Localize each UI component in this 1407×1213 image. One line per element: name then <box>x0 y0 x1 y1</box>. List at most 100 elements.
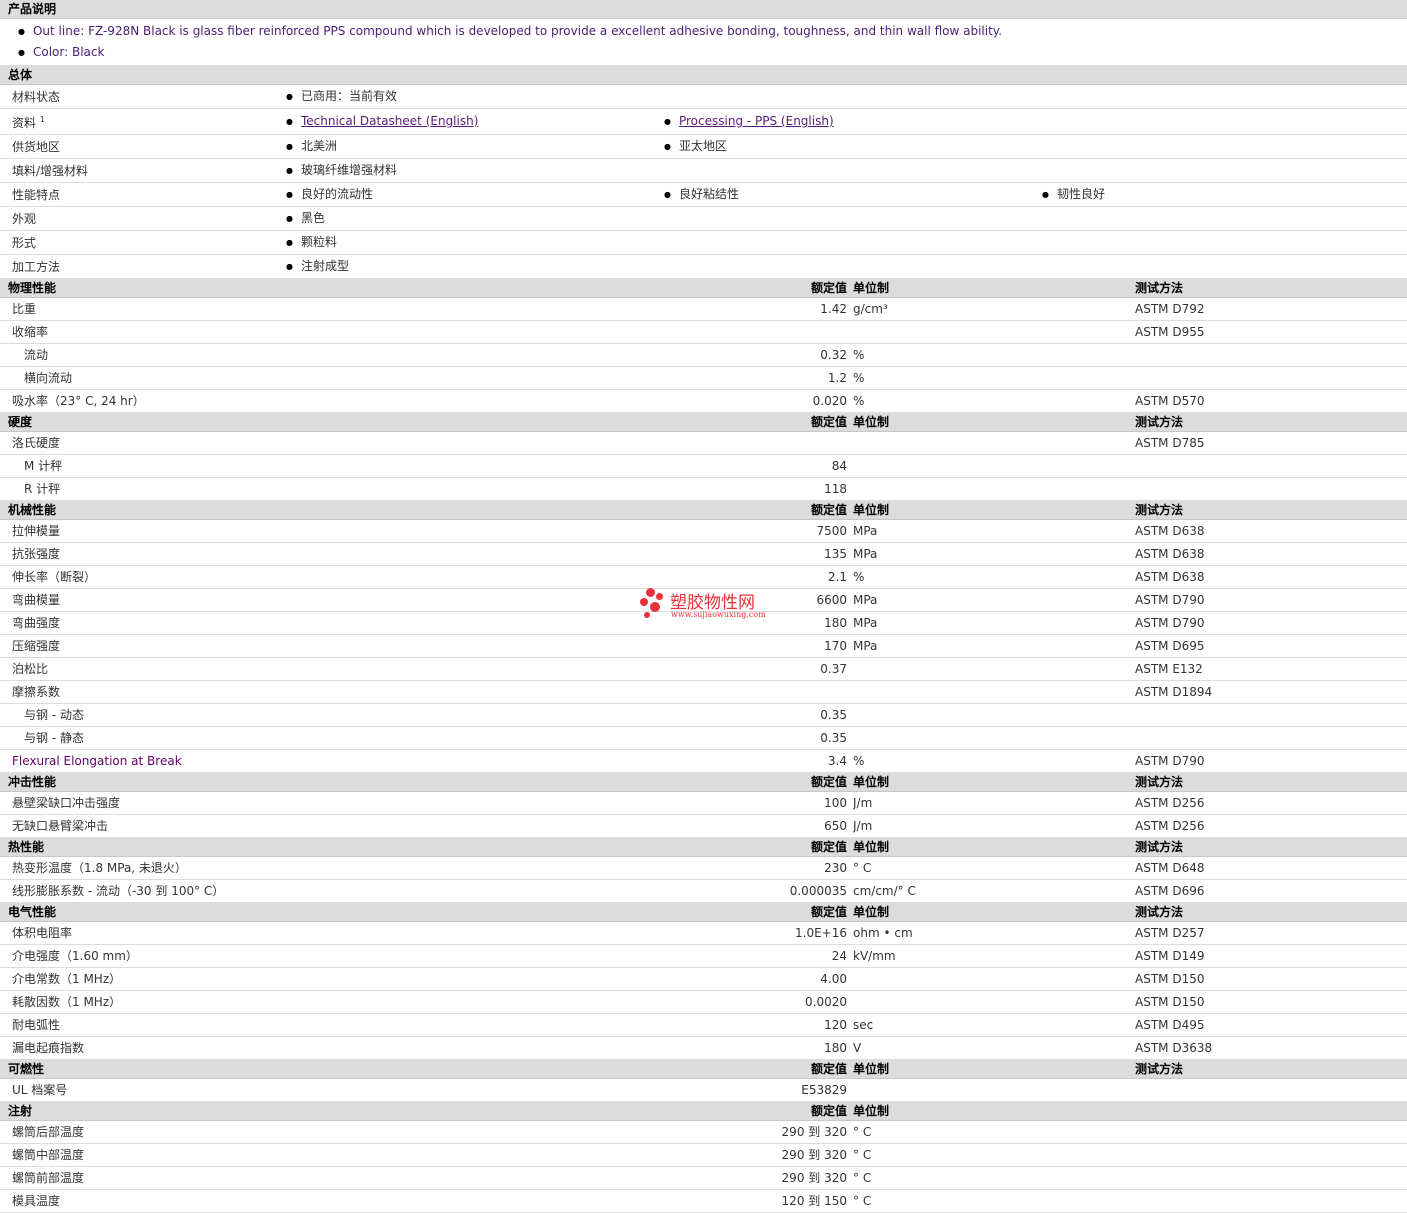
general-row: 性能特点 良好的流动性 良好粘结性 韧性良好 <box>0 182 1407 207</box>
property-test-method <box>1135 726 1407 750</box>
property-row: 悬壁梁缺口冲击强度 100 J/m ASTM D256 <box>0 791 1407 815</box>
property-unit: ° C <box>853 1189 1135 1213</box>
property-test-method: ASTM D648 <box>1135 856 1407 880</box>
property-label: 体积电阻率 <box>0 921 700 945</box>
general-row-item-cell: 已商用：当前有效 <box>280 84 658 109</box>
column-unit-header: 单位制 <box>853 1059 1135 1079</box>
section-heading-row: 硬度 额定值 单位制 测试方法 <box>0 412 1407 432</box>
section-heading-row: 机械性能 额定值 单位制 测试方法 <box>0 500 1407 520</box>
general-heading: 总体 <box>0 66 1407 85</box>
column-unit-header: 单位制 <box>853 500 1135 520</box>
section-heading-row: 电气性能 额定值 单位制 测试方法 <box>0 902 1407 922</box>
column-unit-header: 单位制 <box>853 1101 1135 1121</box>
property-label: 螺筒前部温度 <box>0 1166 700 1190</box>
general-row-label: 供货地区 <box>0 134 280 159</box>
label-text: 供货地区 <box>12 139 61 154</box>
property-label: UL 档案号 <box>0 1078 700 1102</box>
watermark-logo: 塑胶物性网 www.sujiaowuxing.com <box>640 586 780 622</box>
property-test-method: ASTM D256 <box>1135 791 1407 815</box>
property-label: 收缩率 <box>0 320 700 344</box>
property-test-method: ASTM D790 <box>1135 588 1407 612</box>
general-row: 资料 1 Technical Datasheet (English) Process… <box>0 108 1407 135</box>
column-method-header: 测试方法 <box>1135 500 1407 520</box>
property-test-method: ASTM D150 <box>1135 967 1407 991</box>
intro-line-color: Color: Black <box>0 42 1407 63</box>
property-label: 与钢 - 静态 <box>0 726 700 750</box>
property-value: 290 到 320 <box>700 1120 853 1144</box>
property-value: 650 <box>700 814 853 838</box>
general-row-item-cell <box>658 158 1036 183</box>
logo-dot-icon <box>644 612 650 618</box>
property-unit: MPa <box>853 542 1135 566</box>
property-value: 1.2 <box>700 366 853 390</box>
general-row-item-cell <box>1036 84 1407 109</box>
general-row-item-cell <box>658 230 1036 255</box>
datasheet-link[interactable]: Processing - PPS (English) <box>679 114 834 128</box>
section-heading: 物理性能 <box>0 279 700 298</box>
bullet-icon <box>286 139 301 153</box>
property-unit <box>853 967 1135 991</box>
datasheet-link[interactable]: Technical Datasheet (English) <box>301 114 478 128</box>
property-label: 洛氏硬度 <box>0 431 700 455</box>
section-heading: 热性能 <box>0 837 700 857</box>
property-row: UL 档案号 E53829 <box>0 1078 1407 1102</box>
property-test-method: ASTM D1894 <box>1135 680 1407 704</box>
label-text: 形式 <box>12 235 37 250</box>
general-row-item-cell: 亚太地区 <box>658 134 1036 159</box>
property-value <box>700 431 853 455</box>
property-test-method <box>1135 1120 1407 1144</box>
column-unit-header: 单位制 <box>853 772 1135 792</box>
property-unit: % <box>853 389 1135 413</box>
property-value: 118 <box>700 477 853 501</box>
property-unit <box>853 320 1135 344</box>
column-method-header: 测试方法 <box>1135 837 1407 857</box>
general-row-label: 性能特点 <box>0 182 280 207</box>
property-value: 120 到 150 <box>700 1189 853 1213</box>
property-label: 抗张强度 <box>0 542 700 566</box>
property-row: 介电强度（1.60 mm） 24 kV/mm ASTM D149 <box>0 944 1407 968</box>
property-test-method: ASTM D955 <box>1135 320 1407 344</box>
property-label: 泊松比 <box>0 657 700 681</box>
column-nominal-header: 额定值 <box>700 1059 853 1079</box>
property-unit: MPa <box>853 634 1135 658</box>
general-item-text: 已商用：当前有效 <box>300 89 397 103</box>
property-value: 1.0E+16 <box>700 921 853 945</box>
general-row-item-cell <box>1036 206 1407 231</box>
property-test-method: ASTM D495 <box>1135 1013 1407 1037</box>
column-method-header <box>1135 1101 1407 1121</box>
property-label: 介电强度（1.60 mm） <box>0 944 700 968</box>
logo-dot-icon <box>656 593 663 600</box>
property-value: 120 <box>700 1013 853 1037</box>
column-unit-header: 单位制 <box>853 837 1135 857</box>
property-row: 介电常数（1 MHz） 4.00 ASTM D150 <box>0 967 1407 991</box>
label-text: 材料状态 <box>12 89 61 104</box>
general-row-item-cell: 良好的流动性 <box>280 182 658 207</box>
property-row: 热变形温度（1.8 MPa, 未退火） 230 ° C ASTM D648 <box>0 856 1407 880</box>
general-row-label: 外观 <box>0 206 280 231</box>
general-row: 材料状态 已商用：当前有效 <box>0 84 1407 109</box>
general-row-label: 填料/增强材料 <box>0 158 280 183</box>
property-label: 无缺口悬臂梁冲击 <box>0 814 700 838</box>
property-unit: ° C <box>853 1166 1135 1190</box>
general-row-item-cell <box>1036 158 1407 183</box>
property-test-method: ASTM D256 <box>1135 814 1407 838</box>
property-unit: ° C <box>853 1120 1135 1144</box>
general-row-item-cell: 韧性良好 <box>1036 182 1407 207</box>
bullet-icon <box>286 235 301 249</box>
property-unit: g/cm³ <box>853 297 1135 321</box>
section-heading-row: 可燃性 额定值 单位制 测试方法 <box>0 1059 1407 1079</box>
property-unit: sec <box>853 1013 1135 1037</box>
property-value: 0.35 <box>700 703 853 727</box>
bullet-icon <box>286 163 301 177</box>
property-test-method <box>1135 1143 1407 1167</box>
property-unit <box>853 703 1135 727</box>
property-test-method: ASTM E132 <box>1135 657 1407 681</box>
property-value: 290 到 320 <box>700 1166 853 1190</box>
general-row-item-cell: 注射成型 <box>280 254 658 279</box>
bullet-icon <box>664 114 679 128</box>
properties-table: 物理性能 额定值 单位制 测试方法 比重 1.42 g/cm³ ASTM D792 收缩率 AST… <box>0 279 1407 1213</box>
property-unit: MPa <box>853 588 1135 612</box>
property-unit: % <box>853 343 1135 367</box>
intro-line-outline: Out line: FZ-928N Black is glass fiber r… <box>0 21 1407 42</box>
property-value: 170 <box>700 634 853 658</box>
